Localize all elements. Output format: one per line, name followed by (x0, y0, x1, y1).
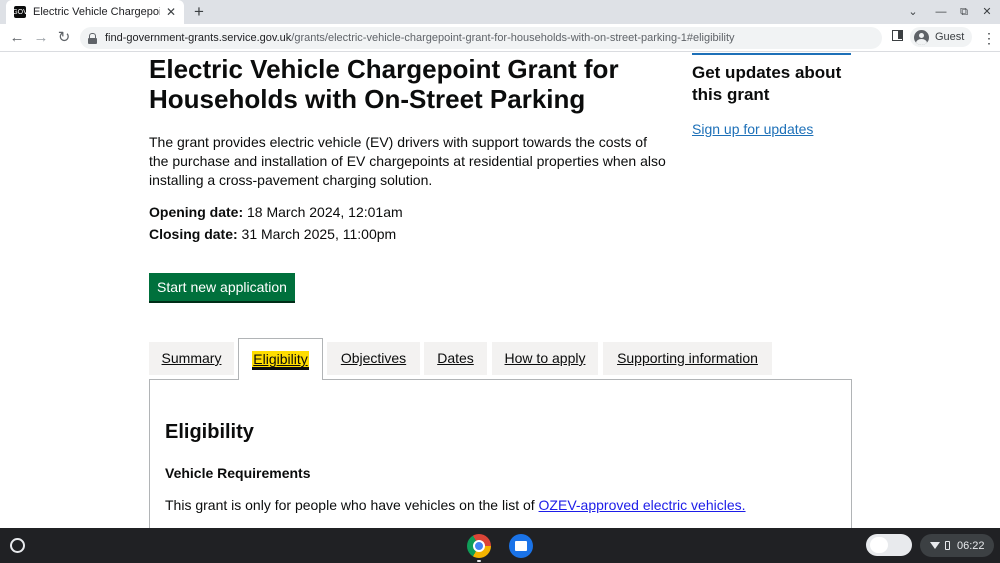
chrome-icon[interactable] (467, 534, 491, 558)
holding-space-icon[interactable] (866, 534, 912, 556)
tab-objectives[interactable]: Objectives (327, 342, 420, 375)
files-icon[interactable] (509, 534, 533, 558)
closing-date-value: 31 March 2025, 11:00pm (237, 226, 397, 242)
ozev-approved-vehicles-link[interactable]: OZEV-approved electric vehicles. (539, 497, 746, 513)
profile-name: Guest (935, 31, 965, 43)
eligibility-text-body: This grant is only for people who have v… (165, 497, 539, 513)
forward-button[interactable]: → (30, 27, 52, 49)
url-path: /grants/electric-vehicle-chargepoint-gra… (291, 32, 735, 44)
lock-icon[interactable] (88, 33, 97, 44)
opening-date-value: 18 March 2024, 12:01am (243, 204, 403, 220)
page-title: Electric Vehicle Chargepoint Grant for H… (149, 54, 619, 114)
tab-dates[interactable]: Dates (424, 342, 487, 375)
address-bar[interactable]: find-government-grants.service.gov.uk/gr… (80, 27, 882, 49)
tab-title: Electric Vehicle Chargepoint Gra (33, 6, 160, 18)
battery-icon (945, 541, 950, 550)
browser-tab-strip: GOV Electric Vehicle Chargepoint Gra ✕ +… (0, 0, 1000, 24)
sign-up-for-updates-link[interactable]: Sign up for updates (692, 121, 813, 137)
opening-date: Opening date: 18 March 2024, 12:01am (149, 202, 403, 222)
os-shelf: 06:22 (0, 528, 1000, 563)
profile-button[interactable]: Guest (910, 27, 973, 47)
aside-top-border (692, 53, 851, 55)
running-indicator (477, 560, 481, 562)
grant-description: The grant provides electric vehicle (EV)… (149, 134, 666, 188)
eligibility-text: This grant is only for people who have v… (165, 497, 746, 513)
start-new-application-button[interactable]: Start new application (149, 273, 295, 301)
updates-heading: Get updates about this grant (692, 63, 842, 104)
reload-button[interactable]: ↻ (53, 27, 75, 49)
restore-button[interactable]: ⧉ (955, 2, 973, 22)
browser-tab[interactable]: GOV Electric Vehicle Chargepoint Gra ✕ (6, 0, 184, 24)
page-content: Electric Vehicle Chargepoint Grant for H… (0, 53, 1000, 528)
tab-supporting-information[interactable]: Supporting information (603, 342, 772, 375)
tab-eligibility-label: Eligibility (252, 351, 309, 367)
new-tab-button[interactable]: + (190, 2, 208, 22)
tab-search-icon[interactable]: ⌄ (904, 2, 922, 22)
browser-menu-icon[interactable]: ⋮ (982, 29, 996, 47)
guest-avatar-icon (914, 29, 929, 45)
minimize-button[interactable]: — (932, 2, 950, 22)
closing-date-label: Closing date: (149, 226, 238, 242)
tab-how-to-apply[interactable]: How to apply (492, 342, 598, 375)
closing-date: Closing date: 31 March 2025, 11:00pm (149, 224, 396, 244)
url-text: find-government-grants.service.gov.uk/gr… (105, 32, 735, 44)
opening-date-label: Opening date: (149, 204, 244, 220)
vehicle-requirements-heading: Vehicle Requirements (165, 465, 311, 481)
wifi-icon (930, 542, 940, 549)
close-window-button[interactable]: ✕ (978, 2, 996, 22)
url-host: find-government-grants.service.gov.uk (105, 32, 292, 44)
status-tray[interactable]: 06:22 (920, 534, 994, 557)
clock: 06:22 (957, 539, 985, 552)
tab-summary[interactable]: Summary (149, 342, 234, 375)
back-button[interactable]: ← (6, 27, 28, 49)
launcher-icon[interactable] (10, 538, 25, 553)
tab-close-icon[interactable]: ✕ (164, 5, 178, 19)
govuk-favicon-icon: GOV (12, 6, 28, 18)
browser-toolbar: ← → ↻ find-government-grants.service.gov… (0, 24, 1000, 52)
eligibility-panel: Eligibility Vehicle Requirements This gr… (149, 379, 852, 528)
side-panel-icon[interactable] (892, 30, 903, 41)
eligibility-heading: Eligibility (165, 421, 254, 443)
tab-eligibility[interactable]: Eligibility (238, 338, 323, 380)
